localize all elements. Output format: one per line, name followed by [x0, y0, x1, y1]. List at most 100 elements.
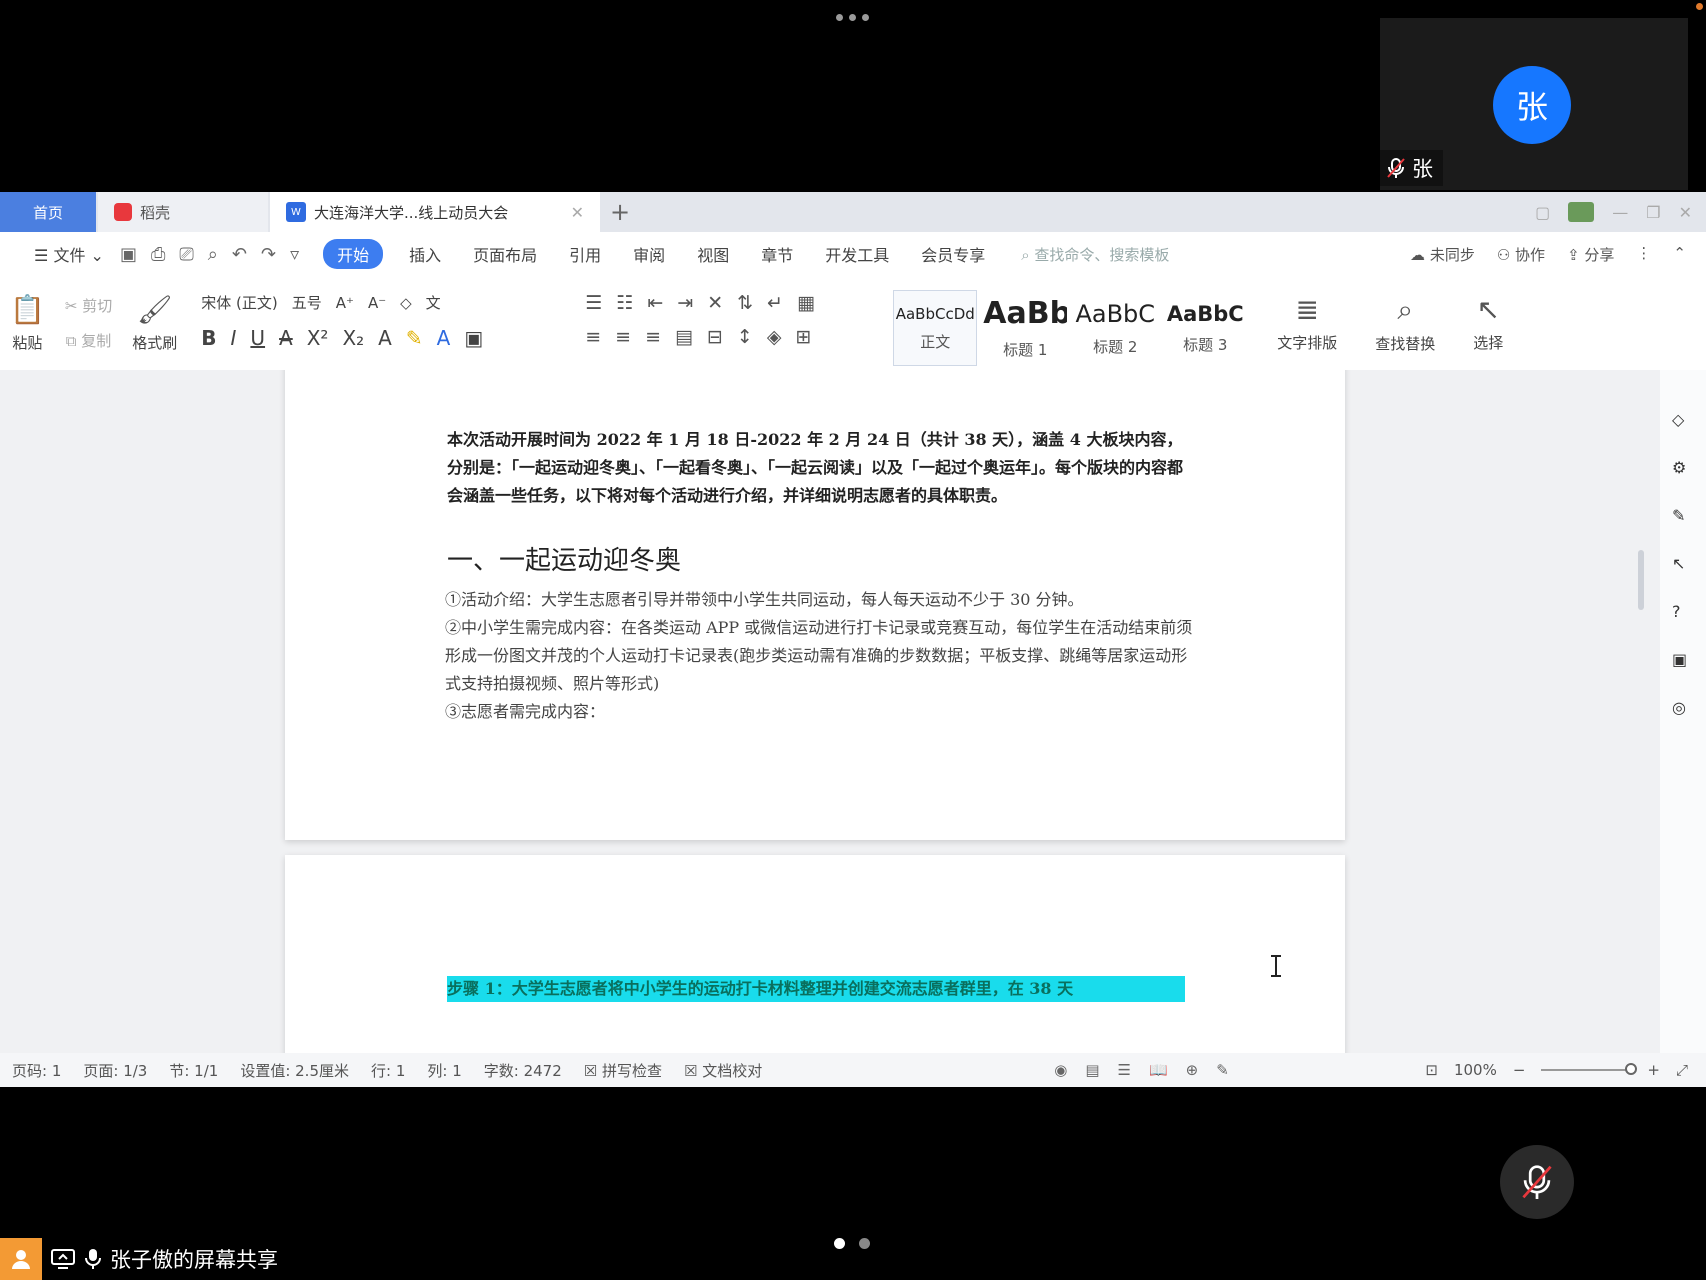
web-view-icon[interactable]: ⊕ [1186, 1061, 1199, 1079]
image-icon[interactable]: ▣ [1672, 650, 1694, 672]
minimize-icon[interactable]: — [1612, 203, 1628, 222]
vertical-scrollbar[interactable] [1636, 380, 1646, 1040]
status-setting[interactable]: 设置值: 2.5厘米 [240, 1060, 349, 1081]
zoom-slider-knob[interactable] [1625, 1063, 1638, 1075]
intro-paragraph[interactable]: 本次活动开展时间为 2022 年 1 月 18 日-2022 年 2 月 24 … [447, 426, 1187, 510]
page-dot-active[interactable] [834, 1238, 845, 1249]
font-name-select[interactable]: 宋体 (正文) [201, 292, 277, 313]
document-page-1[interactable]: 本次活动开展时间为 2022 年 1 月 18 日-2022 年 2 月 24 … [285, 370, 1345, 840]
write-mode-icon[interactable]: ✎ [1216, 1061, 1229, 1079]
bold-icon[interactable]: B [201, 326, 216, 350]
screen-share-indicator[interactable]: 张子傲的屏幕共享 [0, 1238, 278, 1280]
numbered-list-icon[interactable]: ☷ [616, 292, 633, 314]
fit-page-icon[interactable]: ⊡ [1425, 1061, 1438, 1079]
format-painter-button[interactable]: 🖌 格式刷 [122, 280, 187, 366]
list-item[interactable]: ②中小学生需完成内容：在各类运动 APP 或微信运动进行打卡记录或竞赛互动，每位… [445, 614, 1195, 698]
copy-button[interactable]: ⧉ 复制 [66, 330, 112, 351]
borders-icon[interactable]: ⊞ [795, 326, 811, 348]
align-right-icon[interactable]: ≡ [645, 326, 661, 348]
italic-icon[interactable]: I [231, 326, 237, 350]
page-dot[interactable] [859, 1238, 870, 1249]
underline-icon[interactable]: U [250, 326, 265, 350]
page-indicator[interactable] [834, 1238, 870, 1249]
outline-view-icon[interactable]: ☰ [1118, 1061, 1131, 1079]
participant-tile[interactable]: 张 张 [1380, 18, 1688, 190]
list-item[interactable]: ③志愿者需完成内容： [445, 698, 1195, 726]
menu-item-developer[interactable]: 开发工具 [809, 242, 905, 266]
highlighted-step-text[interactable]: 步骤 1：大学生志愿者将中小学生的运动打卡材料整理并创建交流志愿者群里，在 38… [447, 976, 1185, 1002]
export-pdf-icon[interactable]: ⎙ [151, 244, 165, 265]
new-tab-button[interactable]: + [600, 192, 640, 232]
style-heading-2[interactable]: AaBbC 标题 2 [1073, 290, 1157, 366]
save-icon[interactable]: ▣ [120, 244, 137, 265]
close-window-icon[interactable]: ✕ [1679, 203, 1692, 222]
status-page-num[interactable]: 页码: 1 [12, 1060, 61, 1081]
shading-icon[interactable]: ◈ [767, 326, 782, 348]
style-panel-icon[interactable]: ◇ [1672, 410, 1694, 432]
text-layout-button[interactable]: ≣ 文字排版 [1267, 280, 1347, 366]
location-icon[interactable]: ◎ [1672, 698, 1694, 720]
bullet-list-icon[interactable]: ☰ [585, 292, 602, 314]
document-canvas[interactable]: 本次活动开展时间为 2022 年 1 月 18 日-2022 年 2 月 24 … [0, 370, 1706, 1053]
strikethrough-icon[interactable]: A [279, 326, 293, 350]
zoom-slider[interactable] [1541, 1063, 1638, 1075]
status-section[interactable]: 节: 1/1 [169, 1060, 218, 1081]
increase-indent-icon[interactable]: ⇥ [677, 292, 693, 314]
maximize-icon[interactable]: ❐ [1646, 203, 1660, 222]
cut-button[interactable]: ✂ 剪切 [65, 295, 112, 316]
line-spacing-icon[interactable]: ↕ [737, 326, 753, 348]
close-tab-icon[interactable]: ✕ [571, 203, 584, 222]
show-marks-icon[interactable]: ↵ [767, 292, 783, 314]
more-options-dots[interactable] [836, 14, 869, 21]
adjust-icon[interactable]: ⚙ [1672, 458, 1694, 480]
find-replace-button[interactable]: ⌕ 查找替换 [1365, 280, 1445, 366]
grow-font-icon[interactable]: A⁺ [336, 294, 354, 312]
pen-icon[interactable]: ✎ [1672, 506, 1694, 528]
file-menu[interactable]: ☰ 文件 ⌄ [18, 242, 120, 266]
fullscreen-icon[interactable]: ⤢ [1676, 1061, 1688, 1079]
menu-item-references[interactable]: 引用 [553, 242, 617, 266]
justify-icon[interactable]: ▤ [675, 326, 693, 348]
distribute-icon[interactable]: ⊟ [707, 326, 723, 348]
font-color-icon[interactable]: A [437, 326, 451, 350]
document-page-2[interactable]: 步骤 1：大学生志愿者将中小学生的运动打卡材料整理并创建交流志愿者群里，在 38… [285, 855, 1345, 1053]
status-word-count[interactable]: 字数: 2472 [484, 1060, 562, 1081]
style-heading-1[interactable]: AaBb 标题 1 [983, 290, 1067, 366]
section-heading[interactable]: 一、一起运动迎冬奥 [447, 540, 681, 577]
mute-toggle-button[interactable] [1500, 1145, 1574, 1219]
zoom-in-button[interactable]: + [1647, 1061, 1660, 1079]
user-avatar-thumbnail[interactable] [1568, 202, 1595, 222]
undo-icon[interactable]: ↶ [232, 244, 247, 265]
share-button[interactable]: ⇪ 分享 [1567, 244, 1614, 265]
zoom-out-button[interactable]: − [1513, 1061, 1526, 1079]
sort-icon[interactable]: ⇅ [737, 292, 753, 314]
style-heading-3[interactable]: AaBbC 标题 3 [1163, 290, 1247, 366]
more-menu-icon[interactable]: ⋮ [1636, 244, 1651, 265]
table-icon[interactable]: ▦ [797, 292, 815, 314]
tab-document[interactable]: W 大连海洋大学...线上动员大会 ✕ [270, 192, 600, 232]
print-preview-icon[interactable]: ⌕ [208, 244, 218, 265]
tab-home[interactable]: 首页 [0, 192, 96, 232]
redo-icon[interactable]: ↷ [261, 244, 276, 265]
collapse-ribbon-icon[interactable]: ⌃ [1673, 244, 1686, 265]
proofread-button[interactable]: ☒ 文档校对 [684, 1060, 762, 1081]
print-icon[interactable]: ⎚ [179, 244, 193, 265]
clear-format-icon[interactable]: ◇ [400, 294, 412, 312]
cursor-select-icon[interactable]: ↖ [1672, 554, 1694, 576]
list-item[interactable]: ①活动介绍：大学生志愿者引导并带领中小学生共同运动，每人每天运动不少于 30 分… [445, 586, 1195, 614]
style-normal[interactable]: AaBbCcDd 正文 [893, 290, 978, 366]
spell-check-button[interactable]: ☒ 拼写检查 [584, 1060, 662, 1081]
font-size-select[interactable]: 五号 [292, 292, 322, 313]
subscript-icon[interactable]: X₂ [342, 326, 364, 350]
menu-item-start[interactable]: 开始 [323, 239, 384, 269]
align-center-icon[interactable]: ≡ [615, 326, 631, 348]
select-button[interactable]: ↖ 选择 [1463, 280, 1513, 366]
command-search[interactable]: ⌕ 查找命令、搜索模板 [1021, 244, 1169, 265]
tab-daoke[interactable]: 稻壳 [98, 192, 268, 232]
read-view-icon[interactable]: 📖 [1149, 1061, 1168, 1079]
eye-protection-icon[interactable]: ◉ [1054, 1061, 1067, 1079]
page-view-icon[interactable]: ▤ [1085, 1061, 1099, 1079]
customize-toolbar-icon[interactable]: ▿ [290, 244, 299, 265]
menu-item-chapter[interactable]: 章节 [745, 242, 809, 266]
scrollbar-thumb[interactable] [1638, 550, 1644, 610]
